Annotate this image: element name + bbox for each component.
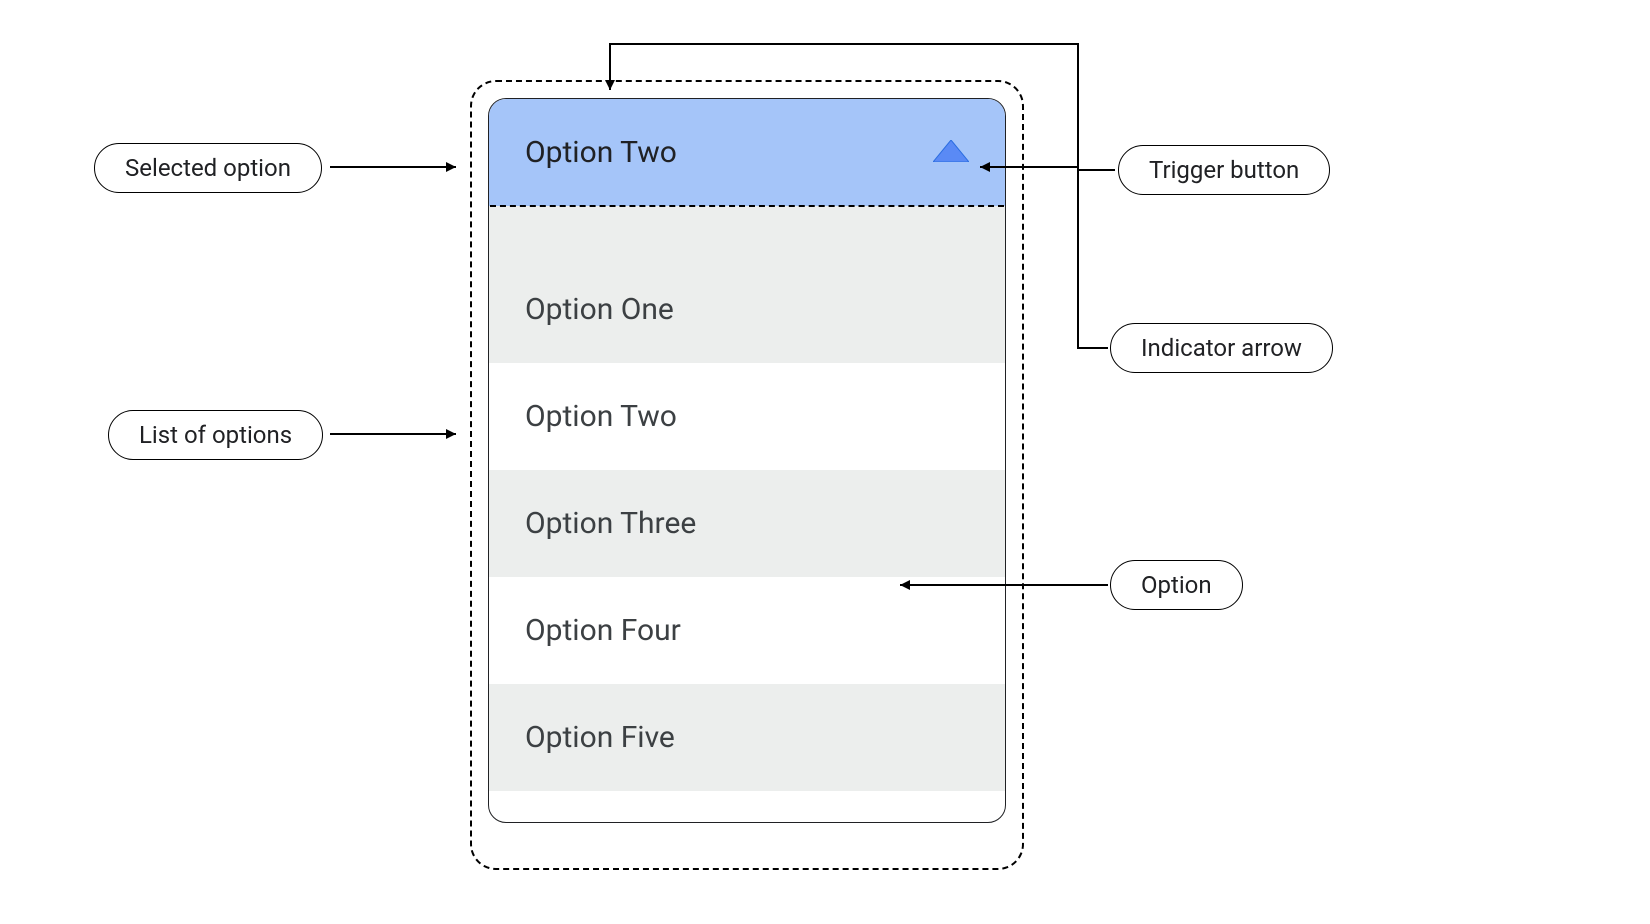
trigger-section-outline [490,205,1004,207]
annotation-trigger-button: Trigger button [1118,145,1330,195]
option-item[interactable]: Option Four [489,577,1005,684]
option-item[interactable]: Option Three [489,470,1005,577]
options-list: Option One Option Two Option Three Optio… [489,206,1005,791]
option-label: Option Five [525,720,675,755]
option-item[interactable]: Option One [489,206,1005,363]
annotation-list-of-options: List of options [108,410,323,460]
option-label: Option Two [525,399,677,434]
diagram-canvas: Option Two Option One Option Two Option … [0,0,1650,924]
annotation-indicator-arrow: Indicator arrow [1110,323,1333,373]
option-label: Option Three [525,506,696,541]
selected-option-label: Option Two [525,135,677,170]
option-label: Option One [525,292,674,327]
option-label: Option Four [525,613,681,648]
indicator-arrow-icon [933,140,969,166]
trigger-button[interactable]: Option Two [489,99,1005,206]
annotation-option: Option [1110,560,1243,610]
option-item[interactable]: Option Two [489,363,1005,470]
option-item[interactable]: Option Five [489,684,1005,791]
annotation-selected-option: Selected option [94,143,322,193]
